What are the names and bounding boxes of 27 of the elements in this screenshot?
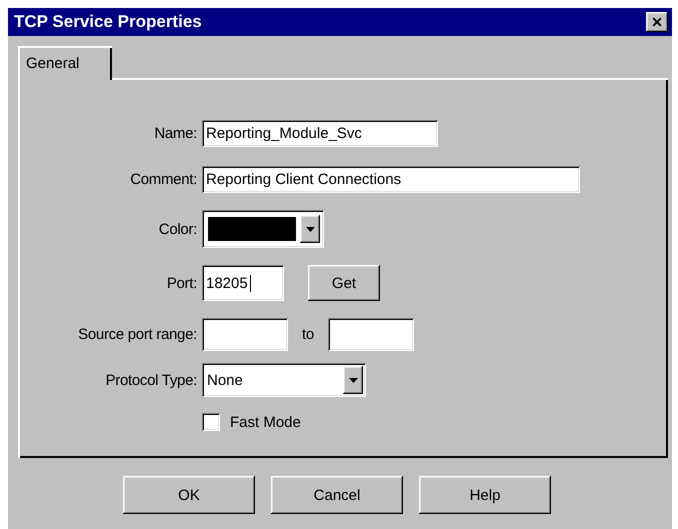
range-separator: to [302,326,314,342]
field-label: Name: [153,125,197,142]
checkbox[interactable] [202,413,220,431]
range-from-field[interactable] [202,318,288,350]
dialog-button[interactable]: OK [123,476,255,514]
dropdown-button[interactable] [300,215,320,243]
get-button[interactable]: Get [308,265,380,301]
dropdown-arrow-icon [348,378,358,382]
dropdown-button[interactable] [343,366,363,394]
text-field[interactable]: Reporting Client Connections [202,166,580,192]
field-label: Port: [166,274,197,292]
dialog-button[interactable]: Help [419,476,551,514]
field-label: Color: [158,220,197,238]
port-field[interactable]: 18205 [202,265,284,301]
close-button[interactable]: × [646,12,668,32]
color-picker[interactable] [202,210,324,248]
field-label: Source port range: [77,326,197,342]
range-to-field[interactable] [328,318,414,350]
text-field[interactable]: Reporting_Module_Svc [202,120,438,147]
dialog-button[interactable]: Cancel [271,476,403,514]
field-label: Comment: [129,170,197,188]
window-title: TCP Service Properties [14,12,202,32]
checkbox-label: Fast Mode [230,414,301,430]
tab[interactable]: General [18,46,112,80]
protocol-dropdown[interactable]: None [202,363,366,397]
field-label: Protocol Type: [104,372,197,388]
dropdown-arrow-icon [306,226,315,232]
